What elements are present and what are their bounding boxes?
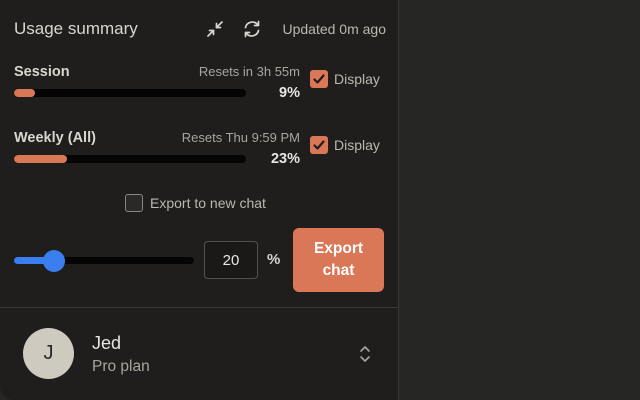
checkbox-checked-icon[interactable] (310, 70, 328, 88)
panel-header: Usage summary Updated 0m ago (14, 18, 386, 42)
weekly-display-toggle[interactable]: Display (310, 135, 380, 155)
weekly-progress-bar (14, 155, 246, 163)
session-label: Session (14, 64, 70, 80)
session-progress-fill (14, 89, 35, 97)
checkbox-checked-icon[interactable] (310, 136, 328, 154)
weekly-reset-time: Resets Thu 9:59 PM (181, 130, 300, 145)
main-content-area (400, 0, 640, 400)
session-display-toggle[interactable]: Display (310, 69, 380, 89)
updated-timestamp: Updated 0m ago (282, 21, 386, 37)
weekly-progress-fill (14, 155, 68, 163)
usage-panel: Usage summary Updated 0m ago Session Res… (0, 0, 399, 400)
export-percent-slider[interactable] (14, 250, 194, 272)
session-display-label: Display (334, 71, 380, 87)
weekly-usage-row: Weekly (All) Resets Thu 9:59 PM 23% Disp… (14, 129, 386, 173)
session-progress-bar (14, 89, 246, 97)
divider (0, 307, 399, 308)
collapse-arrows-icon[interactable] (204, 18, 226, 40)
slider-thumb[interactable] (43, 250, 65, 272)
session-percent: 9% (279, 85, 300, 101)
export-percent-input[interactable] (204, 241, 258, 279)
user-account-menu[interactable]: J Jed Pro plan (23, 328, 379, 380)
chevron-up-down-icon[interactable] (357, 342, 373, 366)
user-plan: Pro plan (92, 358, 150, 375)
panel-title: Usage summary (14, 19, 138, 38)
session-usage-row: Session Resets in 3h 55m 9% Display (14, 63, 386, 107)
weekly-percent: 23% (270, 151, 300, 167)
export-new-chat-label: Export to new chat (150, 195, 266, 211)
weekly-display-label: Display (334, 137, 380, 153)
refresh-icon[interactable] (241, 18, 263, 40)
export-to-new-chat-toggle[interactable]: Export to new chat (125, 193, 266, 213)
percent-unit-label: % (267, 251, 281, 268)
user-name: Jed (92, 333, 122, 353)
export-chat-button[interactable]: Export chat (293, 228, 384, 292)
session-reset-time: Resets in 3h 55m (198, 64, 300, 79)
export-new-chat-checkbox[interactable] (125, 194, 143, 212)
weekly-label: Weekly (All) (14, 130, 96, 146)
avatar: J (23, 328, 74, 379)
